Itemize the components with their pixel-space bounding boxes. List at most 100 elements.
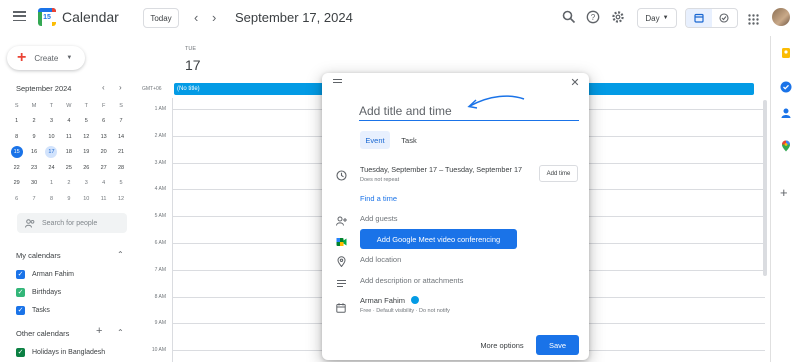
calendar-list-item[interactable]: ✓ Birthdays — [16, 288, 61, 297]
mini-calendar-day[interactable]: 29 — [8, 176, 25, 192]
main-menu-icon[interactable] — [13, 11, 26, 21]
apps-grid-icon[interactable] — [748, 12, 759, 25]
calendar-tasks-toggle[interactable] — [685, 8, 738, 28]
add-time-button[interactable]: Add time — [539, 165, 578, 182]
calendar-list-item[interactable]: ✓ Tasks — [16, 306, 50, 315]
mini-calendar-day[interactable]: 22 — [8, 160, 25, 176]
add-calendar-plus-icon[interactable]: + — [96, 325, 102, 337]
mini-calendar-day[interactable]: 3 — [78, 176, 95, 192]
mini-calendar-day[interactable]: 7 — [25, 191, 42, 207]
mini-calendar-day[interactable]: 8 — [43, 191, 60, 207]
mini-prev-month-button[interactable]: ‹ — [102, 83, 105, 92]
add-description-field[interactable]: Add description or attachments — [360, 276, 463, 285]
mini-calendar-day[interactable]: 10 — [43, 129, 60, 145]
hour-label: 4 AM — [154, 186, 166, 192]
mini-calendar-day[interactable]: 9 — [25, 129, 42, 145]
mini-calendar-day[interactable]: 12 — [78, 129, 95, 145]
calendar-list-item[interactable]: ✓ Arman Fahim — [16, 270, 74, 279]
my-calendars-heading[interactable]: My calendars — [16, 251, 61, 260]
event-date-range[interactable]: Tuesday, September 17 – Tuesday, Septemb… — [360, 165, 522, 174]
calendar-logo[interactable]: 15 — [38, 8, 56, 26]
visibility-settings[interactable]: Free · Default visibility · Do not notif… — [360, 308, 450, 314]
next-day-button[interactable]: › — [212, 10, 216, 25]
mini-calendar-day[interactable]: 13 — [95, 129, 112, 145]
calendar-checkbox[interactable]: ✓ — [16, 288, 25, 297]
tasks-icon[interactable] — [780, 80, 792, 93]
mini-calendar-day[interactable]: 6 — [95, 114, 112, 130]
keep-icon[interactable] — [780, 46, 792, 58]
search-people-field[interactable]: Search for people — [17, 213, 127, 233]
drag-handle-icon[interactable] — [333, 79, 342, 83]
maps-icon[interactable] — [780, 139, 792, 152]
mini-calendar-day[interactable]: 16 — [25, 145, 42, 161]
today-button[interactable]: Today — [143, 8, 179, 28]
calendar-list-item[interactable]: ✓ Holidays in Bangladesh — [16, 348, 105, 357]
day-number[interactable]: 17 — [185, 57, 201, 73]
tasks-view-toggle[interactable] — [712, 9, 738, 27]
mini-calendar-day[interactable]: 1 — [43, 176, 60, 192]
previous-day-button[interactable]: ‹ — [194, 10, 198, 25]
mini-calendar-day[interactable]: 14 — [112, 129, 129, 145]
mini-calendar-day[interactable]: 18 — [60, 145, 77, 161]
mini-calendar-day[interactable]: 20 — [95, 145, 112, 161]
mini-calendar-day[interactable]: 11 — [60, 129, 77, 145]
mini-calendar-day[interactable]: 27 — [95, 160, 112, 176]
search-icon[interactable] — [562, 10, 578, 26]
tab-task[interactable]: Task — [398, 131, 420, 149]
calendar-checkbox[interactable]: ✓ — [16, 306, 25, 315]
mini-calendar-day[interactable]: 4 — [60, 114, 77, 130]
help-icon[interactable]: ? — [586, 10, 602, 26]
mini-calendar-day[interactable]: 10 — [78, 191, 95, 207]
contacts-icon[interactable] — [780, 106, 792, 118]
close-icon[interactable]: ✕ — [569, 75, 581, 89]
tab-event[interactable]: Event — [360, 131, 390, 149]
calendar-view-toggle[interactable] — [686, 9, 712, 27]
repeat-setting[interactable]: Does not repeat — [360, 177, 399, 183]
get-add-ons-plus-icon[interactable]: + — [780, 185, 788, 200]
mini-calendar-day[interactable]: 4 — [95, 176, 112, 192]
mini-calendar-day[interactable]: 2 — [25, 114, 42, 130]
create-button[interactable]: + Create ▼ — [7, 46, 85, 70]
calendar-checkbox[interactable]: ✓ — [16, 270, 25, 279]
account-avatar[interactable] — [772, 8, 790, 26]
add-guests-field[interactable]: Add guests — [360, 214, 398, 223]
chevron-up-icon[interactable]: ⌃ — [117, 328, 124, 337]
mini-calendar-day[interactable]: 3 — [43, 114, 60, 130]
mini-calendar-day[interactable]: 30 — [25, 176, 42, 192]
mini-calendar-day[interactable]: 9 — [60, 191, 77, 207]
chevron-up-icon[interactable]: ⌃ — [117, 250, 124, 259]
app-title[interactable]: Calendar — [62, 9, 119, 25]
mini-calendar-day[interactable]: 12 — [112, 191, 129, 207]
day-scrollbar[interactable] — [763, 100, 767, 276]
more-options-button[interactable]: More options — [476, 337, 528, 354]
mini-calendar-day[interactable]: 2 — [60, 176, 77, 192]
view-selector-dropdown[interactable]: Day ▼ — [637, 8, 677, 28]
calendar-checkbox[interactable]: ✓ — [16, 348, 25, 357]
mini-calendar-day[interactable]: 15 — [10, 146, 23, 159]
mini-calendar-day[interactable]: 11 — [95, 191, 112, 207]
mini-calendar-day[interactable]: 1 — [8, 114, 25, 130]
calendar-owner-name[interactable]: Arman Fahim — [360, 296, 405, 305]
find-a-time-link[interactable]: Find a time — [360, 194, 397, 203]
mini-calendar-day[interactable]: 6 — [8, 191, 25, 207]
settings-gear-icon[interactable] — [611, 10, 627, 26]
mini-calendar-day[interactable]: 17 — [45, 146, 58, 159]
mini-calendar-day[interactable]: 25 — [60, 160, 77, 176]
mini-calendar-day[interactable]: 5 — [78, 114, 95, 130]
other-calendars-heading: Other calendars — [16, 329, 70, 338]
mini-calendar-day[interactable]: 7 — [112, 114, 129, 130]
mini-weekday-header: S — [14, 102, 19, 109]
add-google-meet-button[interactable]: Add Google Meet video conferencing — [360, 229, 517, 249]
mini-calendar-day[interactable]: 26 — [78, 160, 95, 176]
mini-calendar-day[interactable]: 19 — [78, 145, 95, 161]
mini-calendar-day[interactable]: 21 — [112, 145, 129, 161]
mini-calendar-day[interactable]: 23 — [25, 160, 42, 176]
mini-calendar-day[interactable]: 28 — [112, 160, 129, 176]
mini-calendar-day[interactable]: 8 — [8, 129, 25, 145]
add-location-field[interactable]: Add location — [360, 255, 401, 264]
mini-next-month-button[interactable]: › — [119, 83, 122, 92]
save-button[interactable]: Save — [536, 335, 579, 355]
mini-calendar-day[interactable]: 24 — [43, 160, 60, 176]
top-app-bar — [0, 0, 800, 36]
mini-calendar-day[interactable]: 5 — [112, 176, 129, 192]
